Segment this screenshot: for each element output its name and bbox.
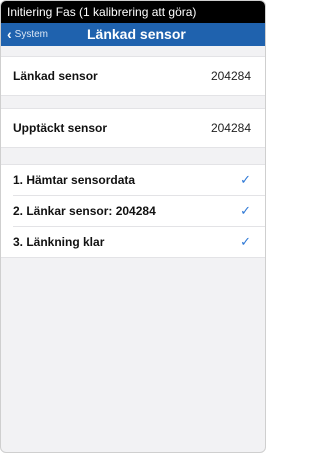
page-title: Länkad sensor <box>87 26 186 42</box>
step-item: 2. Länkar sensor: 204284 ✓ <box>1 196 265 226</box>
step-label: 3. Länkning klar <box>13 235 105 249</box>
linking-steps-list: 1. Hämtar sensordata ✓ 2. Länkar sensor:… <box>1 164 265 258</box>
linked-sensor-section: Länkad sensor 204284 <box>1 56 265 96</box>
checkmark-icon: ✓ <box>240 203 251 218</box>
detected-sensor-row: Upptäckt sensor 204284 <box>1 109 265 147</box>
detected-sensor-value: 204284 <box>210 121 251 135</box>
phone-screen: Initiering Fas (1 kalibrering att göra) … <box>0 0 266 453</box>
chevron-left-icon: ‹ <box>7 26 12 42</box>
linked-sensor-row: Länkad sensor 204284 <box>1 57 265 95</box>
status-text: Initiering Fas (1 kalibrering att göra) <box>7 5 197 19</box>
navigation-bar: ‹ System Länkad sensor <box>1 23 265 46</box>
checkmark-icon: ✓ <box>240 172 251 187</box>
back-button[interactable]: ‹ System <box>7 23 48 46</box>
status-bar: Initiering Fas (1 kalibrering att göra) <box>1 1 265 23</box>
linked-sensor-value: 204284 <box>210 69 251 83</box>
linked-sensor-label: Länkad sensor <box>13 69 98 83</box>
detected-sensor-section: Upptäckt sensor 204284 <box>1 108 265 148</box>
step-label: 1. Hämtar sensordata <box>13 173 136 187</box>
back-label: System <box>14 29 49 40</box>
step-item: 1. Hämtar sensordata ✓ <box>1 165 265 195</box>
checkmark-icon: ✓ <box>240 234 251 249</box>
step-label: 2. Länkar sensor: 204284 <box>13 204 156 218</box>
detected-sensor-label: Upptäckt sensor <box>13 121 108 135</box>
step-item: 3. Länkning klar ✓ <box>1 227 265 257</box>
